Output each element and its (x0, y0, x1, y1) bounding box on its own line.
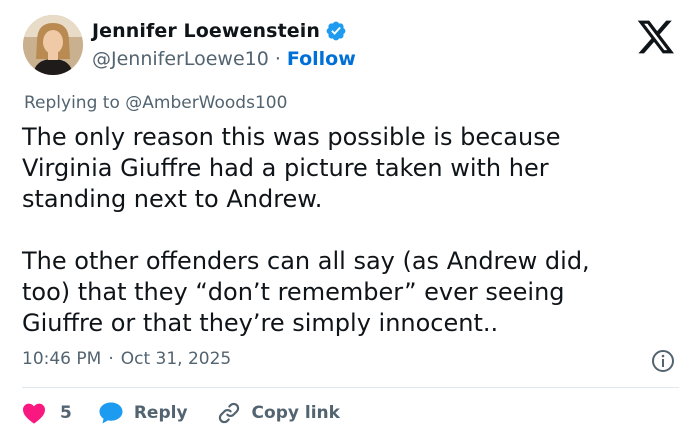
follow-button[interactable]: Follow (287, 48, 356, 70)
reply-mention-link[interactable]: @AmberWoods100 (125, 93, 287, 113)
like-button[interactable]: 5 (22, 402, 72, 424)
verified-badge-icon (326, 21, 346, 41)
profile-photo (23, 15, 83, 75)
author-name-row: Jennifer Loewenstein (92, 20, 347, 42)
replying-to: Replying to @AmberWoods100 (24, 93, 287, 113)
heart-icon (23, 403, 45, 424)
replying-prefix: Replying to (24, 93, 120, 113)
meta-separator: · (108, 349, 114, 369)
reply-label: Reply (133, 403, 188, 423)
handle-separator: · (274, 48, 281, 70)
link-icon (218, 402, 239, 424)
copy-link-label: Copy link (251, 403, 340, 423)
like-count: 5 (60, 403, 72, 423)
tweet-date: Oct 31, 2025 (120, 349, 232, 369)
action-bar: 5 Reply Copy link (22, 399, 340, 427)
author-name[interactable]: Jennifer Loewenstein (92, 20, 320, 42)
divider (22, 387, 679, 388)
reply-button[interactable]: Reply (98, 401, 188, 425)
copy-link-button[interactable]: Copy link (216, 400, 340, 426)
tweet-text: The only reason this was possible is bec… (22, 123, 590, 337)
tweet-timestamp[interactable]: 10:46 PM · Oct 31, 2025 (22, 349, 231, 369)
author-handle[interactable]: @JenniferLoewe10 (92, 48, 269, 70)
x-logo-icon[interactable] (636, 19, 676, 55)
tweet-time: 10:46 PM (22, 349, 102, 369)
speech-bubble-icon (99, 402, 123, 424)
avatar[interactable] (23, 15, 83, 75)
info-icon[interactable] (651, 349, 675, 373)
author-handle-row: @JenniferLoewe10 · Follow (92, 48, 356, 70)
